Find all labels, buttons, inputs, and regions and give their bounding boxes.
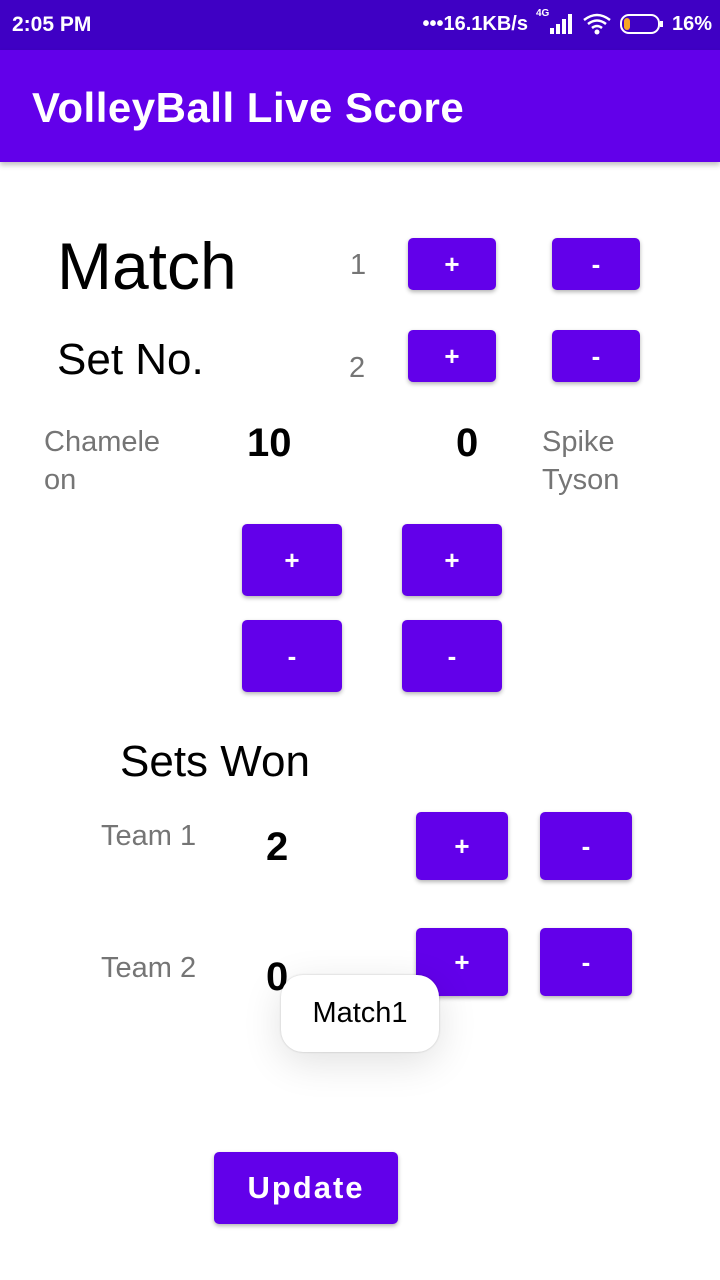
team-b-plus-button[interactable]: + [402,524,502,596]
status-bar: 2:05 PM •••16.1KB/s 4G 16% [0,0,720,50]
set-value: 2 [349,352,366,384]
set-plus-button[interactable]: + [408,330,496,382]
sets-won-heading: Sets Won [120,737,310,786]
match-plus-button[interactable]: + [408,238,496,290]
team-b-name: Spike Tyson [542,423,619,499]
team1-label: Team 1 [101,820,197,852]
signal-icon: 4G [536,8,574,36]
team-a-name-line2: on [44,464,77,496]
status-icons: •••16.1KB/s 4G 16% [422,8,712,36]
battery-icon [619,13,664,35]
team1-sets-value: 2 [266,825,289,869]
team2-label: Team 2 [101,952,197,984]
team1-minus-button[interactable]: - [540,812,632,880]
team1-plus-button[interactable]: + [416,812,508,880]
match-value: 1 [350,249,367,281]
team-a-score: 10 [247,421,292,465]
team-a-plus-button[interactable]: + [242,524,342,596]
app-bar: VolleyBall Live Score [0,50,720,162]
status-time: 2:05 PM [12,13,92,36]
battery-percent: 16% [671,12,712,35]
set-minus-button[interactable]: - [552,330,640,382]
team-b-name-line2: Tyson [542,464,620,496]
team-a-minus-button[interactable]: - [242,620,342,692]
team2-minus-button[interactable]: - [540,928,632,996]
toast-message: Match1 [281,975,439,1052]
team-b-name-line1: Spike [542,426,615,458]
update-button[interactable]: Update [214,1152,398,1224]
team-b-minus-button[interactable]: - [402,620,502,692]
wifi-icon [582,12,612,36]
team-a-name: Chamele on [44,423,160,499]
set-label: Set No. [57,335,204,384]
team-a-name-line1: Chamele [44,426,161,458]
app-title: VolleyBall Live Score [32,84,465,131]
net-speed: •••16.1KB/s [422,12,528,35]
team-b-score: 0 [456,421,479,465]
match-label: Match [57,229,237,303]
match-minus-button[interactable]: - [552,238,640,290]
